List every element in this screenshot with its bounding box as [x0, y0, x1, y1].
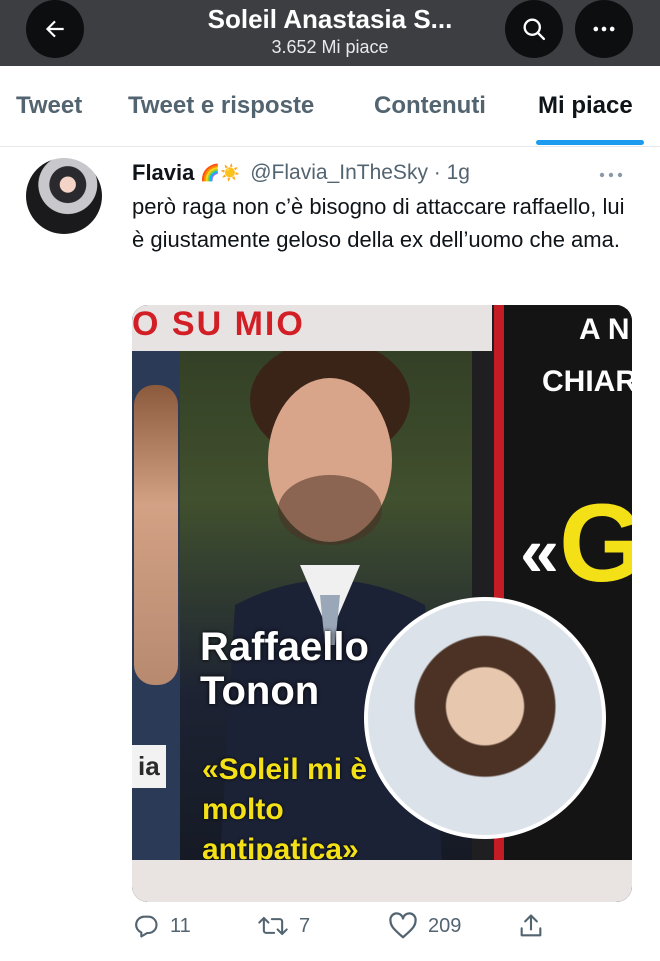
likes-count: 3.652 Mi piace	[271, 37, 389, 57]
caption-quote: «Soleil mi è molto antipatica»	[202, 753, 368, 866]
profile-header: Soleil Anastasia S... 3.652 Mi piace	[0, 0, 660, 66]
author-handle-time[interactable]: @Flavia_InTheSky · 1g	[250, 161, 470, 185]
reply-icon	[135, 915, 158, 938]
tweet-more-button[interactable]	[598, 160, 624, 186]
heart-icon	[389, 912, 417, 939]
search-button[interactable]	[505, 0, 563, 58]
search-icon	[523, 18, 546, 41]
author-name[interactable]: Flavia	[132, 160, 194, 186]
magazine-bottom-strip	[132, 860, 632, 902]
tweet-image[interactable]: O SU MIO ia A N CHIAR «G Raffaello Tonon…	[132, 305, 632, 902]
reply-count: 11	[170, 914, 191, 937]
magazine-right-big-text: «G	[520, 480, 632, 607]
tab-tweet[interactable]: Tweet	[16, 92, 82, 120]
magazine-right-sub-text: CHIAR	[542, 365, 632, 398]
retweet-button[interactable]: 7	[257, 912, 310, 940]
retweet-icon	[258, 916, 288, 936]
back-arrow-icon	[45, 20, 64, 38]
author-emojis: 🌈☀️	[200, 165, 241, 182]
share-button[interactable]	[517, 912, 545, 940]
more-icon	[599, 172, 623, 178]
more-options-button[interactable]	[575, 0, 633, 58]
like-count: 209	[428, 914, 462, 937]
tab-tweet-e-risposte[interactable]: Tweet e risposte	[128, 92, 314, 120]
like-button[interactable]: 209	[388, 912, 461, 940]
woman-photo	[134, 385, 178, 685]
magazine-left-column	[132, 305, 182, 902]
quote-mark: «	[520, 512, 559, 591]
tweet-actions: 11 7 209	[132, 912, 632, 952]
tweet-header: Flavia 🌈☀️ @Flavia_InTheSky · 1g	[132, 158, 470, 188]
avatar[interactable]	[26, 158, 102, 234]
big-letter: G	[558, 482, 632, 605]
tweet-text: però raga non c’è bisogno di attaccare r…	[132, 194, 625, 252]
retweet-count: 7	[299, 914, 311, 937]
magazine-right-top-text: A N	[579, 313, 630, 346]
caption-name: Raffaello Tonon	[200, 625, 369, 713]
back-button[interactable]	[26, 0, 84, 58]
inset-portrait	[364, 597, 606, 839]
magazine-headline-band: O SU MIO	[132, 305, 492, 351]
tab-contenuti[interactable]: Contenuti	[374, 92, 486, 120]
profile-name: Soleil Anastasia S...	[207, 4, 453, 34]
active-tab-indicator	[536, 140, 644, 145]
magazine-left-caption: ia	[132, 745, 166, 788]
tab-mi-piace[interactable]: Mi piace	[538, 92, 633, 120]
profile-tabs: Tweet Tweet e risposte Contenuti Mi piac…	[0, 66, 660, 147]
share-icon	[520, 914, 542, 937]
reply-button[interactable]: 11	[132, 912, 191, 940]
more-icon	[593, 26, 615, 32]
magazine-headline: O SU MIO	[132, 305, 305, 343]
